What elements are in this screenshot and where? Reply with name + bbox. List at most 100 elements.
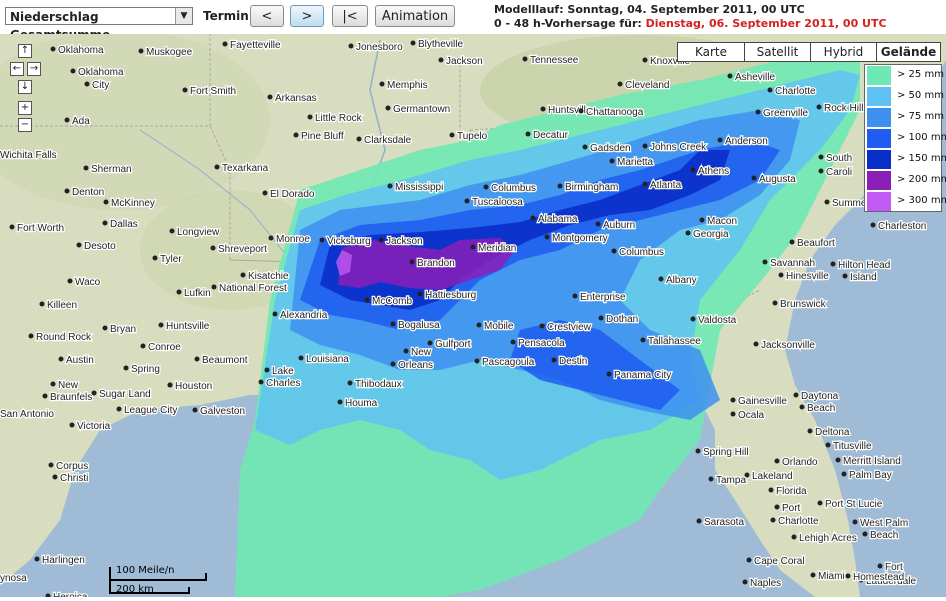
place-dot [852, 519, 858, 525]
place-label: League City [124, 405, 177, 416]
place-dot [530, 215, 536, 221]
prev-button[interactable]: < [250, 5, 284, 27]
place-label: Clarksdale [364, 135, 412, 146]
place-dot [403, 348, 409, 354]
place-dot [102, 220, 108, 226]
place-dot [409, 259, 415, 265]
place-dot [138, 48, 144, 54]
place-label: Round Rock [36, 332, 92, 343]
place-label: Beach [870, 530, 898, 541]
place-label: Port [782, 503, 801, 514]
place-label: Enterprise [580, 292, 626, 303]
place-label: Spring Hill [703, 447, 749, 458]
place-dot [267, 94, 273, 100]
place-dot [578, 108, 584, 114]
place-dot [862, 531, 868, 537]
place-label: Desoto [84, 241, 116, 252]
place-dot [640, 337, 646, 343]
place-dot [76, 242, 82, 248]
place-label: Jackson [446, 56, 483, 67]
pan-up-icon[interactable]: ↑ [18, 44, 32, 58]
place-label: Dothan [606, 314, 638, 325]
animation-button[interactable]: Animation [375, 5, 455, 27]
place-dot [642, 57, 648, 63]
chevron-down-icon[interactable]: ▼ [175, 8, 192, 24]
terrain-map: Oklahoma Oklahoma City Muskogee Fayetteville… [0, 34, 946, 597]
maptype-hybrid[interactable]: Hybrid [810, 42, 877, 62]
place-dot [390, 361, 396, 367]
place-label: Lake [272, 366, 294, 377]
parameter-select[interactable]: Niederschlag Gesamtsumme ▼ [5, 7, 193, 42]
place-label: Birmingham [565, 182, 618, 193]
place-label: Texarkana [222, 163, 269, 174]
place-dot [727, 73, 733, 79]
place-label: Island [850, 272, 877, 283]
place-label: Chattanooga [586, 107, 644, 118]
map-canvas[interactable]: Oklahoma Oklahoma City Muskogee Fayetteville… [0, 34, 946, 597]
place-dot [83, 165, 89, 171]
place-label: Gadsden [590, 143, 631, 154]
maptype-satellit[interactable]: Satellit [744, 42, 811, 62]
place-label: Orlando [782, 457, 818, 468]
next-button[interactable]: > [290, 5, 324, 27]
first-button[interactable]: |< [332, 5, 368, 27]
place-dot [791, 534, 797, 540]
place-dot [799, 404, 805, 410]
scale-bar: 100 Meile/n 200 km [109, 563, 209, 597]
place-label: Louisiana [306, 354, 349, 365]
place-label: Longview [177, 227, 220, 238]
place-label: Harlingen [42, 555, 85, 566]
legend-row: > 25 mm [867, 66, 944, 85]
place-label: Fort Smith [190, 86, 236, 97]
place-label: Albany [666, 275, 697, 286]
place-dot [755, 109, 761, 115]
place-label: Florida [776, 486, 807, 497]
place-dot [642, 143, 648, 149]
place-dot [817, 500, 823, 506]
place-label: Memphis [387, 80, 428, 91]
pan-left-icon[interactable]: ← [10, 62, 24, 76]
place-label: Galveston [200, 406, 245, 417]
legend-swatch [867, 171, 891, 190]
place-dot [730, 397, 736, 403]
place-dot [753, 341, 759, 347]
maptype-gelaende[interactable]: Gelände [876, 42, 941, 62]
pan-down-icon[interactable]: ↓ [18, 80, 32, 94]
place-dot [474, 358, 480, 364]
pan-right-icon[interactable]: → [27, 62, 41, 76]
zoom-out-icon[interactable]: − [18, 118, 32, 132]
place-dot [28, 333, 34, 339]
place-dot [690, 316, 696, 322]
zoom-in-icon[interactable]: + [18, 101, 32, 115]
place-dot [551, 357, 557, 363]
place-label: Tupelo [457, 131, 488, 142]
place-dot [540, 106, 546, 112]
legend-row: > 75 mm [867, 108, 944, 127]
place-dot [70, 68, 76, 74]
place-label: Charlotte [778, 516, 819, 527]
place-label: Alexandria [280, 310, 328, 321]
place-label: Braunfels [50, 392, 92, 403]
place-dot [572, 293, 578, 299]
place-label: Homestead [853, 572, 904, 583]
place-label: Thibodaux [355, 379, 402, 390]
place-dot [240, 272, 246, 278]
place-dot [842, 273, 848, 279]
place-label: Meridian [478, 243, 516, 254]
legend-swatch [867, 66, 891, 85]
place-label: McComb [372, 296, 412, 307]
place-dot [39, 301, 45, 307]
maptype-karte[interactable]: Karte [677, 42, 745, 62]
place-dot [50, 381, 56, 387]
place-label: Beaumont [202, 355, 248, 366]
place-label: Augusta [759, 174, 796, 185]
place-label: Johns Creek [650, 142, 707, 153]
place-dot [222, 41, 228, 47]
place-dot [789, 239, 795, 245]
place-label: Mississippi [395, 182, 443, 193]
place-label: Daytona [801, 391, 839, 402]
place-dot [658, 276, 664, 282]
legend-label: > 25 mm [897, 69, 944, 80]
place-dot [182, 87, 188, 93]
place-dot [379, 81, 385, 87]
